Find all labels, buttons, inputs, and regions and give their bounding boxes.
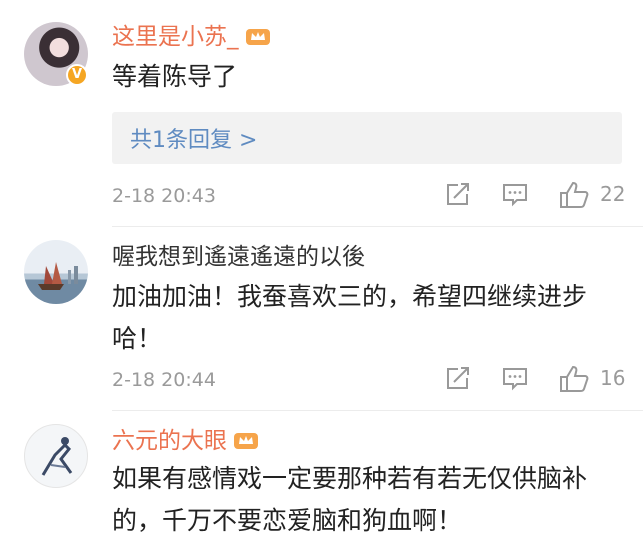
share-icon[interactable]: [444, 180, 472, 208]
reply-link[interactable]: 共1条回复 >: [130, 122, 257, 154]
avatar[interactable]: [24, 240, 88, 304]
divider: [112, 226, 643, 227]
crown-icon: [245, 29, 270, 45]
boat-image: [38, 262, 78, 290]
ink-figure-image: [41, 437, 73, 476]
comment-text: 等着陈导了: [112, 62, 238, 91]
username[interactable]: 这里是小苏_: [112, 22, 271, 52]
comment-text-line: 加油加油！我蚕喜欢三的，希望四继续进步: [112, 282, 588, 311]
comment-text-line: 哈！: [112, 324, 163, 353]
comment-text: 加油加油！我蚕喜欢三的，希望四继续进步 哈！: [112, 276, 617, 360]
username-text[interactable]: 六元的大眼: [112, 428, 227, 454]
username[interactable]: 喔我想到遙遠遙遠的以後: [112, 242, 365, 272]
thumbs-up-icon[interactable]: [558, 180, 590, 210]
timestamp: 2-18 20:44: [112, 369, 216, 391]
avatar[interactable]: [24, 424, 88, 488]
username-text[interactable]: 这里是小苏_: [112, 24, 239, 50]
comment-text-line: 如果有感情戏一定要那种若有若无仅供脑补: [112, 464, 588, 493]
like-count: 16: [600, 366, 626, 390]
comment-text-line: 的，千万不要恋爱脑和狗血啊！: [112, 506, 463, 535]
reply-summary[interactable]: 共1条回复 >: [112, 112, 622, 164]
comment-actions: 22: [440, 180, 630, 210]
comment-icon[interactable]: [500, 180, 530, 208]
verified-badge-icon: V: [66, 64, 88, 86]
crown-icon: [234, 433, 258, 449]
thumbs-up-icon[interactable]: [558, 364, 590, 394]
timestamp: 2-18 20:43: [112, 185, 216, 207]
comment-icon[interactable]: [500, 364, 530, 392]
divider: [112, 410, 643, 411]
comment-text: 如果有感情戏一定要那种若有若无仅供脑补 的，千万不要恋爱脑和狗血啊！: [112, 458, 617, 542]
like-count: 22: [600, 182, 626, 206]
comment-actions: 16: [440, 364, 630, 394]
share-icon[interactable]: [444, 364, 472, 392]
username[interactable]: 六元的大眼: [112, 426, 259, 456]
